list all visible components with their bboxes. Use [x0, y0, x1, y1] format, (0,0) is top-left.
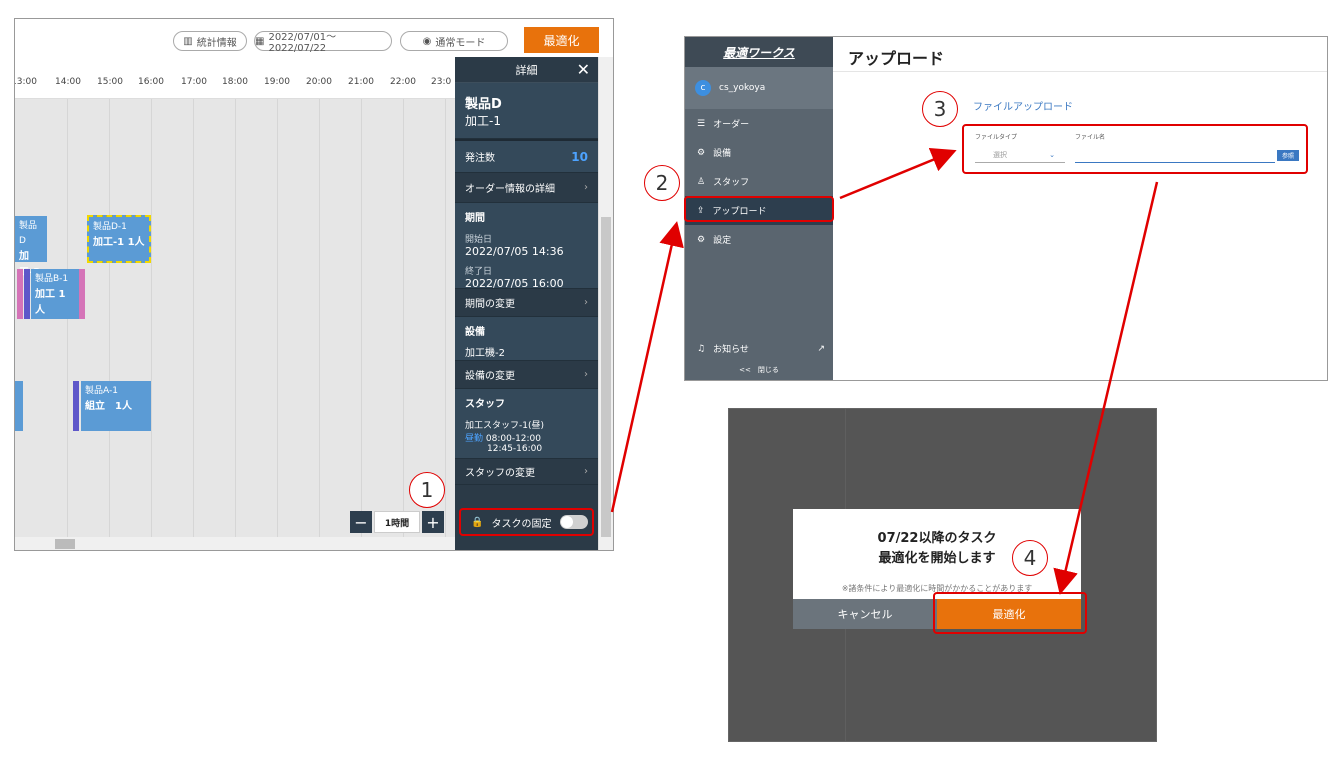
- step-marker-2: 2: [644, 165, 680, 201]
- arrow-3-to-4: [1053, 181, 1159, 595]
- arrow-1-to-2: [610, 221, 684, 513]
- step-marker-4: 4: [1012, 540, 1048, 576]
- annotation-arrows: [610, 148, 1159, 595]
- arrow-2-to-3: [839, 148, 957, 200]
- step-marker-3: 3: [922, 91, 958, 127]
- step-marker-1: 1: [409, 472, 445, 508]
